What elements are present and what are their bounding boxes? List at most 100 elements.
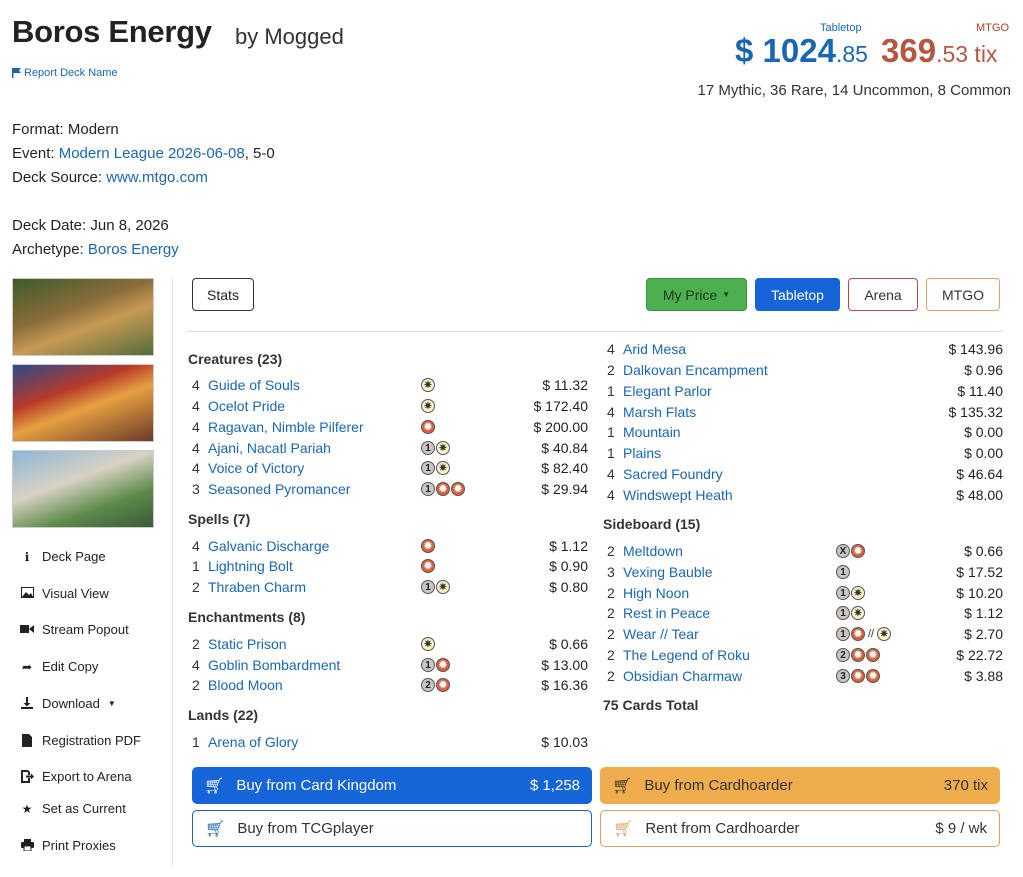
card-name-link[interactable]: Blood Moon — [208, 677, 283, 693]
card-name-link[interactable]: Ocelot Pride — [208, 398, 285, 414]
card-name-link[interactable]: Voice of Victory — [208, 460, 304, 476]
card-name-link[interactable]: Seasoned Pyromancer — [208, 481, 350, 497]
event-line: Event: Modern League 2026-06-08, 5-0 — [12, 145, 275, 162]
card-name-link[interactable]: Meltdown — [623, 543, 683, 559]
card-price: $ 40.84 — [541, 440, 588, 456]
card-name-link[interactable]: Sacred Foundry — [623, 466, 723, 482]
sidebar-item-label: Stream Popout — [42, 622, 129, 637]
sidebar-item-deck-page[interactable]: ℹ Deck Page — [20, 549, 106, 564]
tabletop-button[interactable]: Tabletop — [755, 278, 840, 311]
mana-cost: ✷ — [421, 637, 435, 651]
card-name-link[interactable]: Thraben Charm — [208, 579, 306, 595]
mana-cost: ✹ — [421, 420, 435, 434]
card-price: $ 11.32 — [542, 377, 588, 393]
sidebar-item-set-current[interactable]: ★ Set as Current — [20, 801, 126, 816]
format-value: Modern — [67, 121, 119, 138]
card-price: $ 82.40 — [541, 460, 588, 476]
card-name-link[interactable]: Marsh Flats — [623, 404, 696, 420]
card-name-link[interactable]: Wear // Tear — [623, 626, 699, 642]
card-price: $ 200.00 — [533, 419, 589, 435]
card-name-link[interactable]: High Noon — [623, 585, 689, 601]
sidebar-item-stream-popout[interactable]: Stream Popout — [20, 622, 129, 637]
card-price: $ 11.40 — [957, 383, 1003, 399]
x-mana-icon: X — [836, 544, 850, 558]
card-price: $ 22.72 — [956, 647, 1003, 663]
report-deck-name-link[interactable]: Report Deck Name — [12, 67, 118, 79]
sidebar-item-visual-view[interactable]: Visual View — [20, 586, 109, 601]
toolbar-divider — [188, 331, 1003, 332]
cart-icon: 🛒︎ — [613, 820, 634, 838]
card-name-link[interactable]: Vexing Bauble — [623, 564, 713, 580]
tabletop-price: $ 1024.85 — [735, 32, 868, 70]
mana-cost: 2 ✹ — [421, 678, 450, 692]
card-art-thumbnail[interactable] — [12, 278, 154, 356]
generic-mana-icon: 1 — [836, 627, 850, 641]
card-name-link[interactable]: Windswept Heath — [623, 487, 733, 503]
card-row: 2 Thraben Charm — [192, 577, 306, 597]
card-row: 1 Mountain — [607, 422, 681, 442]
card-name-link[interactable]: Arid Mesa — [623, 341, 686, 357]
card-name-link[interactable]: Ajani, Nacatl Pariah — [208, 440, 331, 456]
card-price: $ 0.90 — [549, 558, 588, 574]
card-name-link[interactable]: The Legend of Roku — [623, 647, 750, 663]
card-name-link[interactable]: Plains — [623, 445, 661, 461]
buy-cardhoarder-button[interactable]: 🛒︎ Buy from Cardhoarder 370 tix — [600, 767, 1000, 804]
card-qty: 2 — [192, 579, 200, 595]
spells-header: Spells (7) — [188, 511, 251, 527]
card-qty: 4 — [607, 466, 615, 482]
my-price-dropdown[interactable]: My Price ▼ — [646, 278, 747, 311]
card-name-link[interactable]: Dalkovan Encampment — [623, 362, 768, 378]
cards-total: 75 Cards Total — [603, 697, 699, 713]
mtgo-button[interactable]: MTGO — [926, 278, 1000, 311]
mana-cost: 2 ✹ ✹ — [836, 648, 880, 662]
card-row: 2 Rest in Peace — [607, 603, 710, 623]
mtgo-price-main: 369 — [881, 32, 937, 69]
event-result: , 5-0 — [244, 145, 275, 162]
card-qty: 3 — [607, 564, 615, 580]
generic-mana-icon: 1 — [836, 586, 850, 600]
event-link[interactable]: Modern League 2026-06-08 — [59, 145, 245, 162]
my-price-label: My Price — [662, 286, 718, 303]
card-price: $ 143.96 — [948, 341, 1004, 357]
rent-cardhoarder-button[interactable]: 🛒︎ Rent from Cardhoarder $ 9 / wk — [600, 810, 1000, 847]
buy-card-kingdom-label: Buy from Card Kingdom — [236, 777, 397, 794]
card-art-thumbnail[interactable] — [12, 450, 154, 528]
white-mana-icon: ✷ — [851, 606, 865, 620]
card-price: $ 46.64 — [956, 466, 1003, 482]
card-name-link[interactable]: Elegant Parlor — [623, 383, 712, 399]
card-name-link[interactable]: Mountain — [623, 424, 681, 440]
card-row: 3 Seasoned Pyromancer — [192, 479, 350, 499]
card-name-link[interactable]: Guide of Souls — [208, 377, 300, 393]
sidebar-item-registration-pdf[interactable]: Registration PDF — [20, 733, 141, 748]
source-link[interactable]: www.mtgo.com — [106, 169, 208, 186]
source-label: Deck Source: — [12, 169, 103, 186]
card-name-link[interactable]: Galvanic Discharge — [208, 538, 329, 554]
card-name-link[interactable]: Ragavan, Nimble Pilferer — [208, 419, 364, 435]
card-name-link[interactable]: Rest in Peace — [623, 605, 710, 621]
sidebar-item-edit-copy[interactable]: ➦ Edit Copy — [20, 659, 98, 674]
buy-tcgplayer-button[interactable]: 🛒︎ Buy from TCGplayer — [192, 810, 592, 847]
white-mana-icon: ✷ — [421, 378, 435, 392]
mana-cost: 1 ✷ — [421, 441, 450, 455]
sidebar-item-print-proxies[interactable]: Print Proxies — [20, 838, 116, 853]
white-mana-icon: ✷ — [436, 441, 450, 455]
archetype-link[interactable]: Boros Energy — [88, 241, 179, 258]
card-row: 4 Arid Mesa — [607, 339, 686, 359]
event-label: Event: — [12, 145, 55, 162]
sidebar-item-label: Deck Page — [42, 549, 106, 564]
card-name-link[interactable]: Obsidian Charmaw — [623, 668, 742, 684]
arena-button[interactable]: Arena — [848, 278, 918, 311]
card-art-thumbnail[interactable] — [12, 364, 154, 442]
buy-card-kingdom-button[interactable]: 🛒︎ Buy from Card Kingdom $ 1,258 — [192, 767, 592, 804]
stats-button[interactable]: Stats — [192, 278, 254, 311]
sidebar-item-download[interactable]: Download ▼ — [20, 696, 116, 711]
generic-mana-icon: 1 — [421, 580, 435, 594]
red-mana-icon: ✹ — [866, 648, 880, 662]
generic-mana-icon: 1 — [836, 606, 850, 620]
card-name-link[interactable]: Lightning Bolt — [208, 558, 293, 574]
card-name-link[interactable]: Static Prison — [208, 636, 287, 652]
card-name-link[interactable]: Arena of Glory — [208, 734, 298, 750]
card-name-link[interactable]: Goblin Bombardment — [208, 657, 340, 673]
card-qty: 2 — [607, 668, 615, 684]
sidebar-item-export-arena[interactable]: Export to Arena — [20, 769, 132, 784]
